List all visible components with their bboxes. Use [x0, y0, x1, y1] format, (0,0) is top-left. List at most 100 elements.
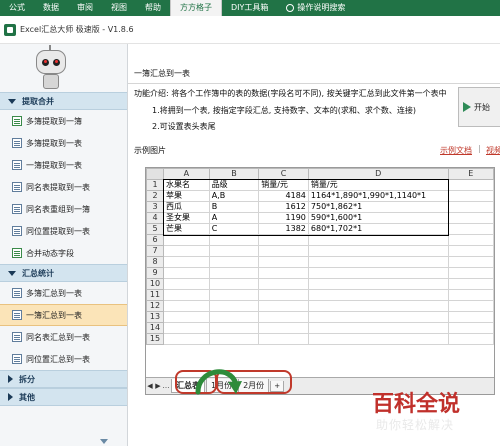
table-cell [258, 289, 309, 301]
start-button-label: 开始 [474, 102, 490, 112]
ribbon-tab-data[interactable]: 数据 [34, 0, 68, 16]
row-number: 13 [146, 311, 164, 323]
sidebar-item-multi-book-summary[interactable]: 多簿汇总到一表 [0, 282, 127, 304]
sidebar-item-label: 同名表提取到一表 [26, 182, 90, 192]
column-header: D [307, 168, 449, 180]
scroll-down-icon[interactable] [100, 439, 108, 444]
ribbon-tab-view[interactable]: 视图 [102, 0, 136, 16]
sum-icon [12, 354, 22, 364]
table-cell: A,B [208, 190, 260, 202]
expand-right-icon [8, 393, 13, 401]
table-row: 14 [146, 322, 494, 334]
row-number: 14 [146, 322, 164, 334]
ribbon-tab-review[interactable]: 审阅 [68, 0, 102, 16]
table-cell [258, 300, 309, 312]
table-cell: 西瓜 [162, 201, 210, 213]
sidebar-item-same-name-summary[interactable]: 同名表汇总到一表 [0, 326, 127, 348]
table-cell: 芒果 [162, 223, 210, 235]
section-extract-merge[interactable]: 提取合并 [0, 92, 127, 110]
spreadsheet-grid: A B C D E 1 水果名 品级 销量/元 销量/元 2 苹果 A,B 4184 1164*1… [146, 168, 494, 345]
table-row: 12 [146, 300, 494, 312]
table-cell [307, 267, 449, 279]
feature-description: 功能介绍: 将各个工作簿中的表的数据(字段名可不同), 按关键字汇总到此文件第一… [134, 89, 447, 98]
table-cell [447, 333, 494, 345]
sidebar-item-label: 同位置提取到一表 [26, 226, 90, 236]
table-row: 15 [146, 333, 494, 345]
sidebar-item-label: 多簿汇总到一表 [26, 288, 82, 298]
section-other[interactable]: 其他 [0, 388, 127, 406]
table-row: 13 [146, 311, 494, 323]
section-label: 其他 [19, 392, 35, 402]
example-spreadsheet-image: A B C D E 1 水果名 品级 销量/元 销量/元 2 苹果 A,B 4184 1164*1… [145, 167, 495, 395]
table-cell [162, 256, 210, 268]
row-number: 8 [146, 256, 164, 268]
sheet-tab-february: 2月份 [238, 379, 270, 393]
dots-icon: … [162, 382, 170, 390]
section-label: 汇总统计 [22, 268, 54, 278]
table-cell [208, 245, 260, 257]
table-row: 1 水果名 品级 销量/元 销量/元 [146, 179, 494, 191]
sidebar-item-same-name-regroup[interactable]: 同名表重组到一簿 [0, 198, 127, 220]
sidebar-item-label: 多簿提取到一簿 [26, 116, 82, 126]
table-row: 7 [146, 245, 494, 257]
table-cell [208, 311, 260, 323]
select-all-corner [146, 168, 164, 180]
sidebar-item-label: 同名表汇总到一表 [26, 332, 90, 342]
sidebar-item-multi-book-to-book[interactable]: 多簿提取到一簿 [0, 110, 127, 132]
table-cell [208, 234, 260, 246]
ribbon-tell-me-search[interactable]: 操作说明搜索 [277, 0, 354, 16]
sidebar-item-one-book-summary[interactable]: 一簿汇总到一表 [0, 304, 127, 326]
table-cell: 圣女果 [162, 212, 210, 224]
ribbon-tab-formulas[interactable]: 公式 [0, 0, 34, 16]
ribbon-tab-help[interactable]: 帮助 [136, 0, 170, 16]
row-number: 10 [146, 278, 164, 290]
sheet-extract-icon [12, 138, 22, 148]
table-cell: B [208, 201, 260, 213]
next-sheet-arrow-icon: ▶ [155, 382, 161, 390]
table-cell: 1612 [258, 201, 309, 213]
sidebar-item-merge-dynamic-fields[interactable]: 合并动态字段 [0, 242, 127, 264]
expand-down-icon [8, 270, 16, 276]
ribbon-tab-fangfanggezi[interactable]: 方方格子 [170, 0, 222, 16]
table-cell: 4184 [258, 190, 309, 202]
link-separator: | [478, 144, 481, 153]
table-cell [258, 267, 309, 279]
table-cell [162, 322, 210, 334]
sheet-tab-january: 1月份 [206, 379, 238, 393]
sidebar-item-same-name-extract[interactable]: 同名表提取到一表 [0, 176, 127, 198]
table-cell [447, 245, 494, 257]
table-cell [162, 245, 210, 257]
table-cell [447, 289, 494, 301]
sidebar-item-same-position-extract[interactable]: 同位置提取到一表 [0, 220, 127, 242]
feature-point-1: 1.将拥到一个表, 按指定字段汇总, 支持数字、文本的(求和、求个数、连接) [152, 106, 417, 115]
sidebar-item-multi-book-to-sheet[interactable]: 多簿提取到一表 [0, 132, 127, 154]
sidebar-item-same-position-summary[interactable]: 同位置汇总到一表 [0, 348, 127, 370]
lightbulb-icon [286, 4, 295, 12]
example-doc-link[interactable]: 示例文档 [440, 145, 472, 156]
video-tutorial-link[interactable]: 视频教程 [486, 145, 500, 156]
robot-eye-left [42, 59, 49, 66]
sidebar-item-label: 一簿汇总到一表 [26, 310, 82, 320]
sheet-merge-icon [12, 116, 22, 126]
table-cell: 销量/元 [307, 179, 449, 191]
table-cell: 1164*1,890*1,990*1,1140*1 [307, 190, 449, 202]
table-cell [162, 311, 210, 323]
row-number: 3 [146, 201, 164, 213]
start-button[interactable]: 开始 [458, 87, 500, 127]
table-cell [208, 256, 260, 268]
ribbon-tab-diy-toolbox[interactable]: DIY工具箱 [222, 0, 277, 16]
table-cell [447, 190, 494, 202]
table-cell [208, 278, 260, 290]
table-cell [307, 289, 449, 301]
table-cell: 水果名 [162, 179, 210, 191]
section-summary-stats[interactable]: 汇总统计 [0, 264, 127, 282]
table-cell [208, 267, 260, 279]
table-cell: A [208, 212, 260, 224]
table-cell [258, 234, 309, 246]
table-cell [307, 333, 449, 345]
sheet-extract-icon [12, 182, 22, 192]
section-split[interactable]: 拆分 [0, 370, 127, 388]
table-cell [447, 201, 494, 213]
column-header: A [162, 168, 210, 180]
sidebar-item-one-book-to-sheet[interactable]: 一簿提取到一表 [0, 154, 127, 176]
